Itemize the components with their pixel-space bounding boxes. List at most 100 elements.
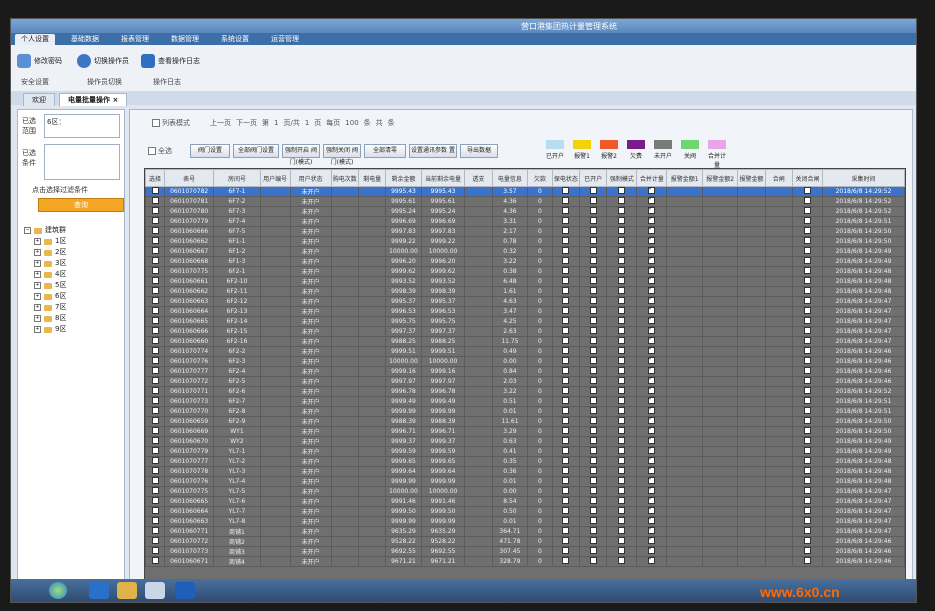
column-header[interactable]: 强制模式 — [606, 169, 638, 187]
row-checkbox[interactable] — [145, 476, 166, 487]
row-checkbox[interactable] — [145, 446, 166, 457]
row-checkbox[interactable] — [606, 496, 638, 507]
table-row[interactable]: 06010606606F2-16 未开户 9988.259988.25 11.750 2… — [145, 336, 905, 347]
row-checkbox[interactable] — [579, 546, 608, 557]
row-checkbox[interactable] — [606, 436, 638, 447]
row-checkbox[interactable] — [145, 276, 166, 287]
column-header[interactable]: 用户编号 — [259, 169, 291, 187]
row-checkbox[interactable] — [579, 256, 608, 267]
row-checkbox[interactable] — [145, 436, 166, 447]
row-checkbox[interactable] — [636, 516, 668, 527]
row-checkbox[interactable] — [145, 196, 166, 207]
row-checkbox[interactable] — [145, 406, 166, 417]
select-all-checkbox[interactable]: 全选 — [148, 146, 172, 156]
tab-welcome[interactable]: 欢迎 — [23, 93, 55, 106]
row-checkbox[interactable] — [579, 556, 608, 567]
expand-icon[interactable]: + — [34, 315, 41, 322]
table-row[interactable]: 06010606656F2-14 未开户 9995.759995.75 4.250 20… — [145, 316, 905, 327]
folder-icon[interactable] — [117, 582, 137, 599]
row-checkbox[interactable] — [579, 356, 608, 367]
row-checkbox[interactable] — [145, 386, 166, 397]
row-checkbox[interactable] — [145, 426, 166, 437]
selected-cond-box[interactable] — [44, 144, 120, 180]
column-header[interactable]: 已开户 — [579, 169, 608, 187]
row-checkbox[interactable] — [791, 426, 823, 437]
row-checkbox[interactable] — [579, 416, 608, 427]
table-row[interactable]: 06010606636F2-12 未开户 9995.379995.37 4.630 20… — [145, 296, 905, 307]
table-row[interactable]: 06010707796F7-4 未开户 9996.699996.69 3.310 201… — [145, 216, 905, 227]
menu-tab[interactable]: 运营管理 — [265, 34, 305, 45]
app-icon[interactable] — [175, 582, 195, 599]
row-checkbox[interactable] — [579, 456, 608, 467]
table-row[interactable]: 06010707816F7-2 未开户 9995.619995.61 4.360 201… — [145, 196, 905, 207]
row-checkbox[interactable] — [636, 226, 668, 237]
table-row[interactable]: 06010707706F2-8 未开户 9999.999999.99 0.010 201… — [145, 406, 905, 417]
expand-icon[interactable]: + — [34, 293, 41, 300]
row-checkbox[interactable] — [579, 226, 608, 237]
row-checkbox[interactable] — [606, 376, 638, 387]
row-checkbox[interactable] — [145, 466, 166, 477]
row-checkbox[interactable] — [636, 446, 668, 457]
row-checkbox[interactable] — [551, 476, 581, 487]
row-checkbox[interactable] — [579, 296, 608, 307]
row-checkbox[interactable] — [791, 186, 823, 197]
query-button[interactable]: 查询 — [38, 198, 124, 212]
row-checkbox[interactable] — [606, 386, 638, 397]
row-checkbox[interactable] — [606, 556, 638, 567]
table-row[interactable]: 06010606626F1-1 未开户 9999.229999.22 0.780 201… — [145, 236, 905, 247]
menu-tab[interactable]: 报表管理 — [115, 34, 155, 45]
row-checkbox[interactable] — [606, 206, 638, 217]
row-checkbox[interactable] — [579, 496, 608, 507]
column-header[interactable]: 用户状态 — [289, 169, 332, 187]
row-checkbox[interactable] — [579, 276, 608, 287]
column-header[interactable]: 剩余金额 — [385, 169, 422, 187]
row-checkbox[interactable] — [551, 486, 581, 497]
row-checkbox[interactable] — [579, 466, 608, 477]
tree-item[interactable]: +5区 — [34, 280, 66, 291]
row-checkbox[interactable] — [579, 396, 608, 407]
row-checkbox[interactable] — [606, 266, 638, 277]
row-checkbox[interactable] — [636, 496, 668, 507]
row-checkbox[interactable] — [606, 236, 638, 247]
row-checkbox[interactable] — [636, 416, 668, 427]
row-checkbox[interactable] — [551, 356, 581, 367]
row-checkbox[interactable] — [606, 346, 638, 357]
row-checkbox[interactable] — [636, 356, 668, 367]
row-checkbox[interactable] — [551, 446, 581, 457]
row-checkbox[interactable] — [791, 366, 823, 377]
table-row[interactable]: 0601070772商铺2 未开户 9528.229528.22 471.780 201… — [145, 536, 905, 547]
add-condition-link[interactable]: 点击选择过滤条件 — [32, 185, 124, 195]
table-row[interactable]: 06010606666F2-15 未开户 9997.379997.37 2.630 20… — [145, 326, 905, 337]
table-row[interactable]: 06010606676F1-2 未开户 10000.0010000.00 0.320 2… — [145, 246, 905, 257]
table-row[interactable]: 0601070775YL7-5 未开户 10000.0010000.00 0.000 2… — [145, 486, 905, 497]
column-header[interactable]: 电量信息 — [491, 169, 529, 187]
expand-icon[interactable]: + — [34, 282, 41, 289]
row-checkbox[interactable] — [579, 366, 608, 377]
row-checkbox[interactable] — [636, 536, 668, 547]
row-checkbox[interactable] — [791, 196, 823, 207]
row-checkbox[interactable] — [551, 216, 581, 227]
row-checkbox[interactable] — [636, 406, 668, 417]
row-checkbox[interactable] — [579, 186, 608, 197]
row-checkbox[interactable] — [791, 386, 823, 397]
row-checkbox[interactable] — [579, 426, 608, 437]
column-header[interactable]: 剩电量 — [357, 169, 387, 187]
row-checkbox[interactable] — [551, 236, 581, 247]
column-header[interactable]: 当前剩余电量 — [420, 169, 466, 187]
row-checkbox[interactable] — [606, 296, 638, 307]
table-row[interactable]: 0601070778YL7-3 未开户 9999.649999.64 0.360 201… — [145, 466, 905, 477]
row-checkbox[interactable] — [636, 506, 668, 517]
toolbar-button[interactable]: 设置通讯参数 置 — [409, 144, 457, 158]
row-checkbox[interactable] — [551, 386, 581, 397]
table-row[interactable]: 06010606616F2-10 未开户 9993.529993.52 6.480 20… — [145, 276, 905, 287]
row-checkbox[interactable] — [579, 516, 608, 527]
menu-tab[interactable]: 个人设置 — [15, 34, 55, 45]
row-checkbox[interactable] — [145, 286, 166, 297]
row-checkbox[interactable] — [579, 376, 608, 387]
row-checkbox[interactable] — [791, 246, 823, 257]
column-header[interactable]: 合闸 — [764, 169, 793, 187]
row-checkbox[interactable] — [551, 406, 581, 417]
table-row[interactable]: 06010707746F2-2 未开户 9999.519999.51 0.490 201… — [145, 346, 905, 357]
row-checkbox[interactable] — [579, 216, 608, 227]
expand-icon[interactable]: + — [34, 271, 41, 278]
